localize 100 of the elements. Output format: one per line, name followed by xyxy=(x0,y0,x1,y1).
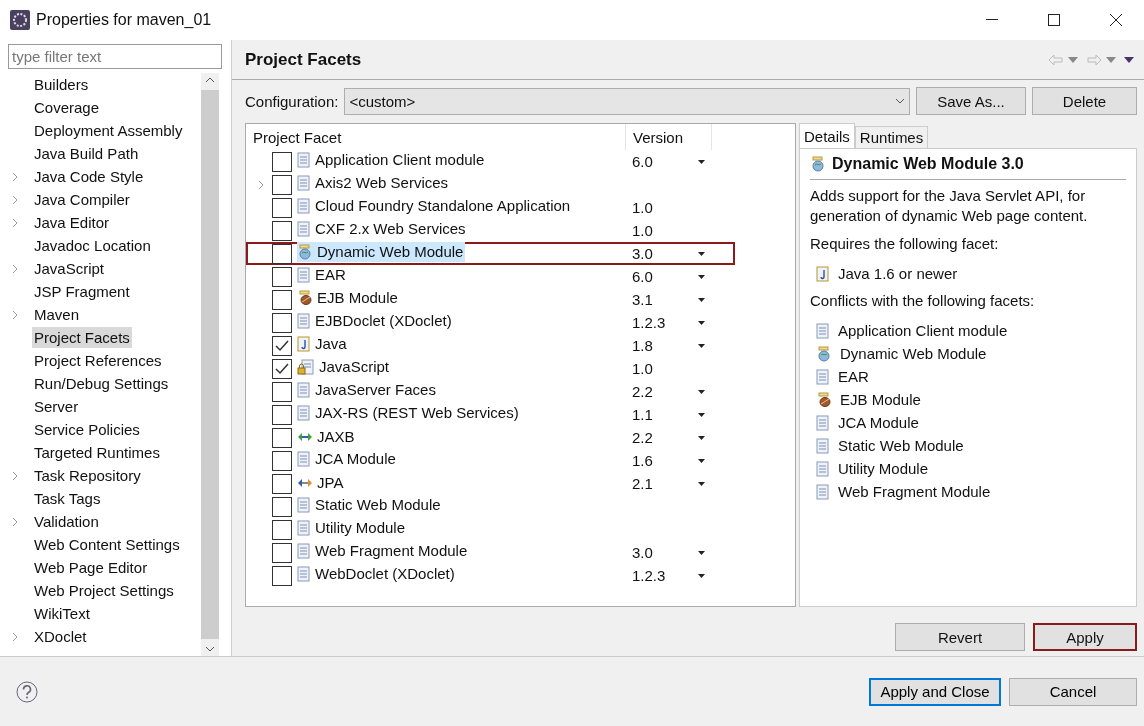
sidebar-item[interactable]: Java Build Path xyxy=(32,143,141,164)
sidebar-item[interactable]: Targeted Runtimes xyxy=(32,442,162,463)
dropdown-caret-icon[interactable] xyxy=(698,412,706,417)
sidebar-item[interactable]: Deployment Assembly xyxy=(32,120,185,141)
dropdown-caret-icon[interactable] xyxy=(698,343,706,348)
facet-row[interactable]: JavaServer Faces 2.2 xyxy=(246,380,735,403)
checkbox[interactable] xyxy=(272,381,292,402)
sidebar-item[interactable]: Validation xyxy=(32,511,101,532)
help-icon[interactable] xyxy=(16,680,38,703)
facet-row[interactable]: JPA 2.1 xyxy=(246,472,735,495)
dialog-button[interactable]: Apply and Close xyxy=(869,677,1001,706)
facet-row[interactable]: Axis2 Web Services xyxy=(246,173,735,196)
dropdown-caret-icon[interactable] xyxy=(698,389,706,394)
dropdown-caret-icon[interactable] xyxy=(698,458,706,463)
facet-row[interactable]: WebDoclet (XDoclet) 1.2.3 xyxy=(246,564,735,587)
minimize-icon[interactable] xyxy=(986,19,998,21)
facet-row[interactable]: JCA Module 1.6 xyxy=(246,449,735,472)
checkbox[interactable] xyxy=(272,496,292,517)
sidebar-item[interactable]: WikiText xyxy=(32,603,92,624)
dropdown-caret-icon[interactable] xyxy=(698,251,706,256)
facet-row[interactable]: Web Fragment Module 3.0 xyxy=(246,541,735,564)
tab[interactable]: Details xyxy=(799,123,855,148)
checkbox[interactable] xyxy=(272,243,292,264)
sidebar-item[interactable]: Web Project Settings xyxy=(32,580,176,601)
checkbox[interactable] xyxy=(272,151,292,172)
checkbox[interactable] xyxy=(272,335,292,356)
chevron-down-icon xyxy=(895,98,905,104)
sidebar-item[interactable]: JavaScript xyxy=(32,258,107,279)
dropdown-caret-icon[interactable] xyxy=(698,435,706,440)
dropdown-caret-icon[interactable] xyxy=(698,550,706,555)
config-button[interactable]: Delete xyxy=(1032,87,1137,115)
facet-row[interactable]: EAR 6.0 xyxy=(246,265,735,288)
checkbox[interactable] xyxy=(272,220,292,241)
dropdown-caret-icon[interactable] xyxy=(698,297,706,302)
document-icon xyxy=(297,566,311,582)
facet-row[interactable]: JavaScript 1.0 xyxy=(246,357,735,380)
facet-row[interactable]: EJB Module 3.1 xyxy=(246,288,735,311)
checkbox[interactable] xyxy=(272,266,292,287)
sidebar-item[interactable]: Builders xyxy=(32,74,91,95)
tab[interactable]: Runtimes xyxy=(854,126,929,148)
sidebar-item[interactable]: Java Compiler xyxy=(32,189,132,210)
checkbox[interactable] xyxy=(272,174,292,195)
maximize-icon[interactable] xyxy=(1048,14,1060,26)
facet-row[interactable]: Java 1.8 xyxy=(246,334,735,357)
menu-caret-icon[interactable] xyxy=(1124,56,1134,63)
sidebar-item[interactable]: Java Code Style xyxy=(32,166,146,187)
checkbox[interactable] xyxy=(272,289,292,310)
facet-row[interactable]: Static Web Module xyxy=(246,495,735,518)
sidebar-item[interactable]: Project Facets xyxy=(32,327,132,348)
sidebar-item[interactable]: Maven xyxy=(32,304,82,325)
checkbox[interactable] xyxy=(272,197,292,218)
page-title: Project Facets xyxy=(245,49,363,70)
dropdown-caret-icon[interactable] xyxy=(698,159,706,164)
sidebar-item[interactable]: Coverage xyxy=(32,97,102,118)
action-button[interactable]: Revert xyxy=(895,623,1025,651)
checkbox[interactable] xyxy=(272,565,292,586)
close-icon[interactable] xyxy=(1110,14,1122,26)
config-button[interactable]: Save As... xyxy=(916,87,1026,115)
dropdown-caret-icon[interactable] xyxy=(698,481,706,486)
configuration-dropdown[interactable]: <custom> xyxy=(344,87,910,115)
conflicting-facet: Web Fragment Module xyxy=(838,483,991,500)
sidebar-item[interactable]: XDoclet xyxy=(32,626,89,647)
sidebar-item[interactable]: Web Content Settings xyxy=(32,534,182,555)
checkbox[interactable] xyxy=(272,519,292,540)
document-icon xyxy=(816,460,830,477)
filter-field[interactable]: type filter text xyxy=(8,44,222,69)
sidebar-item[interactable]: Javadoc Location xyxy=(32,235,153,256)
checkbox[interactable] xyxy=(272,404,292,425)
sidebar-item[interactable]: JSP Fragment xyxy=(32,281,132,302)
facet-row[interactable]: CXF 2.x Web Services 1.0 xyxy=(246,219,735,242)
action-button[interactable]: Apply xyxy=(1033,623,1137,651)
checkbox[interactable] xyxy=(272,473,292,494)
sidebar-item[interactable]: Service Policies xyxy=(32,419,142,440)
checkbox[interactable] xyxy=(272,427,292,448)
checkbox[interactable] xyxy=(272,542,292,563)
facet-row[interactable]: Application Client module 6.0 xyxy=(246,150,735,173)
sidebar-item[interactable]: Project References xyxy=(32,350,164,371)
sidebar-item[interactable]: Web Page Editor xyxy=(32,557,150,578)
facet-row[interactable]: JAXB 2.2 xyxy=(246,426,735,449)
facet-row[interactable]: Utility Module xyxy=(246,518,735,541)
sidebar-item[interactable]: Task Repository xyxy=(32,465,143,486)
dropdown-caret-icon[interactable] xyxy=(698,573,706,578)
dropdown-caret-icon[interactable] xyxy=(698,320,706,325)
document-icon xyxy=(297,198,311,214)
facet-row[interactable]: Cloud Foundry Standalone Application 1.0 xyxy=(246,196,735,219)
facet-row[interactable]: JAX-RS (REST Web Services) 1.1 xyxy=(246,403,735,426)
sidebar-item[interactable]: Java Editor xyxy=(32,212,112,233)
sidebar-item[interactable]: Server xyxy=(32,396,81,417)
checkbox[interactable] xyxy=(272,358,292,379)
sidebar-item[interactable]: Run/Debug Settings xyxy=(32,373,171,394)
dropdown-caret-icon[interactable] xyxy=(698,274,706,279)
scrollbar[interactable] xyxy=(201,73,219,656)
checkbox[interactable] xyxy=(272,312,292,333)
chevron-right-icon xyxy=(12,470,18,481)
facet-name: EJBDoclet (XDoclet) xyxy=(315,311,452,331)
sidebar-item[interactable]: Task Tags xyxy=(32,488,103,509)
dialog-button[interactable]: Cancel xyxy=(1009,677,1137,706)
facet-row[interactable]: EJBDoclet (XDoclet) 1.2.3 xyxy=(246,311,735,334)
facet-row[interactable]: Dynamic Web Module 3.0 xyxy=(246,242,735,265)
checkbox[interactable] xyxy=(272,450,292,471)
